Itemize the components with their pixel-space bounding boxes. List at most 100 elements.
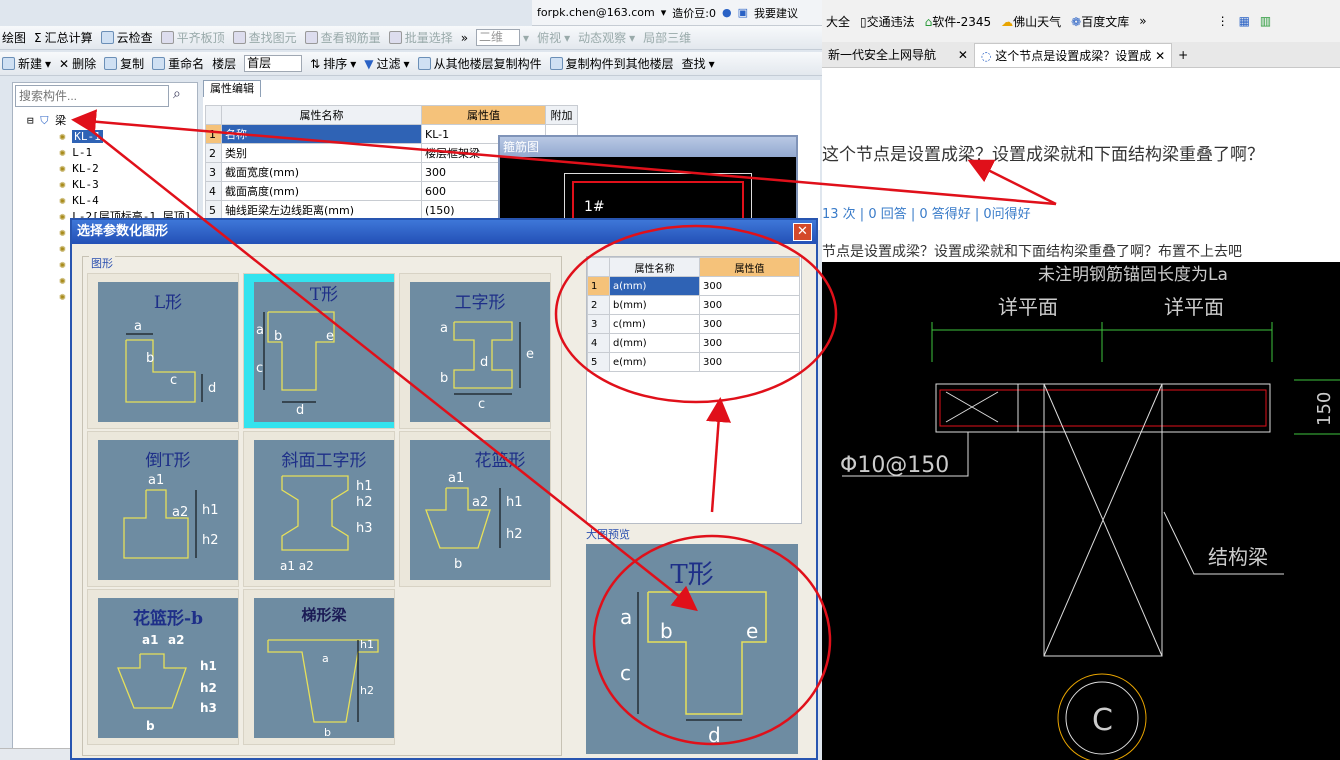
svg-text:h2: h2 — [202, 533, 219, 548]
table-row[interactable]: 5 e(mm) 300 — [587, 352, 800, 372]
svg-text:b: b — [440, 371, 448, 386]
shape-t[interactable]: T形 abecd — [243, 273, 395, 429]
bookmark-item[interactable]: ❁百度文库 — [1071, 13, 1129, 30]
svg-text:a2: a2 — [168, 633, 184, 647]
tree-item[interactable]: ✺ KL-2 — [27, 161, 191, 177]
main-toolbar: 绘图 Σ 汇总计算 云检查 平齐板顶 查找图元 查看钢筋量 批量选择 » 二维 ▾ … — [0, 26, 822, 50]
svg-text:a1 a2: a1 a2 — [280, 559, 314, 573]
view-rebar-button[interactable]: 查看钢筋量 — [304, 29, 381, 46]
bell-icon[interactable]: ● — [722, 6, 732, 19]
shape-inverted-t[interactable]: 倒T形 a1 a2 h1 h2 — [87, 431, 239, 587]
more-bookmarks-icon[interactable]: » — [1139, 14, 1146, 28]
search-input[interactable] — [15, 85, 169, 107]
new-tab-button[interactable]: + — [1172, 43, 1194, 67]
sort-icon: ⇅ — [310, 56, 321, 71]
shape-l[interactable]: L形 abcd — [87, 273, 239, 429]
svg-text:h2: h2 — [356, 495, 373, 510]
paw-icon: ❁ — [1071, 14, 1082, 29]
shape-basket-b[interactable]: 花篮形-b a1 a2 h1 h2 h3 b — [87, 589, 239, 745]
svg-text:d: d — [296, 403, 304, 418]
table-row[interactable]: 1 a(mm) 300 — [587, 276, 800, 296]
bookmark-item[interactable]: ⌂软件-2345 — [925, 13, 992, 30]
svg-text:详平面: 详平面 — [1164, 295, 1224, 319]
shape-slanted-i[interactable]: 斜面工字形 h1 h2 h3 a1 a2 — [243, 431, 395, 587]
find-button[interactable]: 查找 ▾ — [682, 55, 715, 72]
tab-property-edit[interactable]: 属性编辑 — [203, 80, 261, 97]
svg-text:e: e — [326, 329, 334, 344]
beam-filter-icon: ⛉ — [40, 114, 49, 127]
align-slab-button[interactable]: 平齐板顶 — [160, 29, 225, 46]
view-2d-select[interactable]: 二维 ▾ — [476, 29, 529, 46]
book-icon[interactable]: ▥ — [1260, 14, 1271, 28]
question-stats[interactable]: 13 次 | 0 回答 | 0 答得好 | 0问得好 — [822, 203, 1031, 222]
copy-from-floor-button[interactable]: 从其他楼层复制构件 — [417, 55, 542, 72]
copy-floor-icon — [417, 57, 431, 70]
close-icon[interactable]: ✕ — [1155, 49, 1165, 63]
grid-icon[interactable]: ▦ — [1239, 14, 1250, 28]
svg-text:h2: h2 — [360, 684, 374, 697]
top-view-button[interactable]: 俯视 ▾ — [537, 29, 570, 46]
filter-button[interactable]: ▼ 过滤 ▾ — [364, 55, 409, 72]
svg-text:h2: h2 — [200, 681, 217, 695]
find-element-button[interactable]: 查找图元 — [232, 29, 297, 46]
table-row[interactable]: 4 d(mm) 300 — [587, 333, 800, 353]
menu-icon[interactable]: ⋮ — [1217, 14, 1229, 28]
svg-text:b: b — [324, 726, 331, 738]
close-icon[interactable]: ✕ — [793, 223, 812, 241]
local-3d-button[interactable]: 局部三维 — [643, 29, 691, 46]
svg-text:c: c — [170, 373, 177, 388]
shape-basket[interactable]: 花篮形 a1 a2 h1 h2 b — [399, 431, 551, 587]
svg-text:a2: a2 — [472, 495, 488, 510]
feedback-link[interactable]: 我要建议 — [754, 5, 798, 21]
svg-text:h3: h3 — [356, 521, 373, 536]
stirrup-window-title[interactable]: 箍筋图 — [500, 137, 796, 157]
table-row[interactable]: 2 b(mm) 300 — [587, 295, 800, 315]
sort-button[interactable]: ⇅ 排序 ▾ — [310, 55, 356, 72]
gear-icon: ✺ — [59, 178, 66, 191]
shape-trapezoid[interactable]: 梯形梁 a h1 h2 b — [243, 589, 395, 745]
delete-button[interactable]: ✕ 删除 — [59, 55, 96, 72]
svg-text:h1: h1 — [202, 503, 219, 518]
shape-i[interactable]: 工字形 abdec — [399, 273, 551, 429]
tree-item[interactable]: ✺ KL-1 — [27, 129, 191, 145]
dialog-title: 选择参数化图形 — [72, 220, 816, 244]
chat-icon[interactable]: ▣ — [738, 6, 748, 19]
header-name: 属性名称 — [221, 105, 422, 125]
bookmark-item[interactable]: ☁佛山天气 — [1001, 13, 1061, 30]
dropdown-icon[interactable]: ▾ — [661, 6, 667, 19]
svg-text:结构梁: 结构梁 — [1208, 545, 1268, 569]
search-icon[interactable]: ⌕ — [173, 86, 193, 106]
copy-to-floor-button[interactable]: 复制构件到其他楼层 — [549, 55, 674, 72]
svg-text:c: c — [620, 661, 631, 685]
tree-item[interactable]: ✺ KL-4 — [27, 193, 191, 209]
svg-text:150: 150 — [1314, 392, 1335, 426]
overflow-chevron-icon[interactable]: » — [461, 31, 468, 45]
table-row[interactable]: 3 c(mm) 300 — [587, 314, 800, 334]
cloud-check-button[interactable]: 云检查 — [100, 29, 153, 46]
svg-text:h1: h1 — [360, 638, 374, 651]
bookmark-item[interactable]: ▯交通违法 — [860, 13, 915, 30]
collapse-icon[interactable]: ⊟ — [27, 114, 34, 127]
gear-icon: ✺ — [59, 130, 66, 143]
new-button[interactable]: 新建 ▾ — [2, 55, 51, 72]
tab-nav[interactable]: 新一代安全上网导航 ✕ — [822, 43, 974, 67]
account-email[interactable]: forpk.chen@163.com — [537, 6, 655, 19]
rename-button[interactable]: 重命名 — [152, 55, 204, 72]
tree-root[interactable]: ⊟ ⛉ 梁 — [27, 113, 191, 129]
tab-question[interactable]: ◌ 这个节点是设置成梁？设置成 ✕ — [973, 43, 1173, 67]
summary-calc-button[interactable]: Σ 汇总计算 — [34, 29, 93, 46]
tree-item[interactable]: ✺ KL-3 — [27, 177, 191, 193]
bookmark-item[interactable]: 大全 — [826, 13, 850, 30]
copy-button[interactable]: 复制 — [104, 55, 144, 72]
batch-select-button[interactable]: 批量选择 — [388, 29, 453, 46]
close-icon[interactable]: ✕ — [958, 48, 968, 62]
draw-button[interactable]: 绘图 — [2, 29, 26, 46]
shape-param-table: 属性名称 属性值 1 a(mm) 300 2 b(mm) 300 3 c(mm) 300 4d… — [586, 256, 802, 524]
bookmarks-bar: 大全 ▯交通违法 ⌂软件-2345 ☁佛山天气 ❁百度文库 » ⋮ ▦ ▥ — [822, 0, 1340, 42]
svg-text:h3: h3 — [200, 701, 217, 715]
shapes-group: 图形 L形 abcd T形 abecd 工字形 abdec 倒T形 a1 a2 … — [82, 255, 562, 756]
tree-item[interactable]: ✺ L-1 — [27, 145, 191, 161]
floor-select[interactable]: 首层 — [244, 55, 303, 72]
svg-text:h2: h2 — [506, 527, 523, 542]
orbit-button[interactable]: 动态观察 ▾ — [578, 29, 635, 46]
